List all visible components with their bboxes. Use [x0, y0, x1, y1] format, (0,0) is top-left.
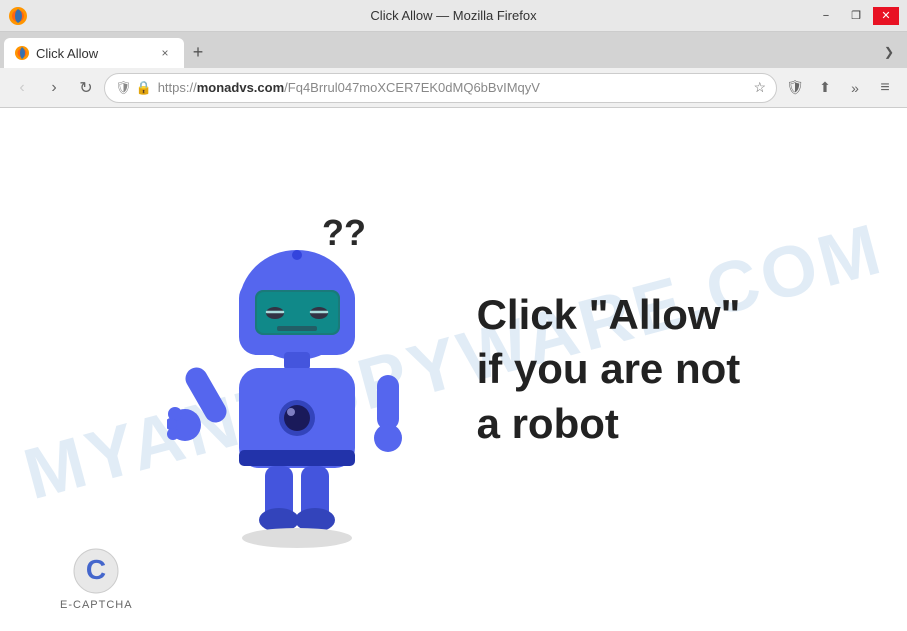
- container-shield-button[interactable]: 🛡: [781, 74, 809, 102]
- shield-icon: 🛡: [115, 80, 132, 96]
- share-button[interactable]: ⬆: [811, 74, 839, 102]
- menu-button[interactable]: ≡: [871, 74, 899, 102]
- main-line1: Click "Allow": [477, 288, 741, 343]
- address-bar[interactable]: 🛡 🔒 https://monadvs.com/Fq4Brrul047moXCE…: [104, 73, 777, 103]
- toolbar-right: 🛡 ⬆ » ≡: [781, 74, 899, 102]
- address-icons: 🛡 🔒: [115, 80, 152, 96]
- lock-icon: 🔒: [136, 80, 152, 96]
- main-line2: if you are not: [477, 342, 741, 397]
- minimize-button[interactable]: −: [813, 7, 839, 25]
- bookmark-icon[interactable]: ☆: [753, 79, 766, 96]
- content-area: ??: [0, 108, 907, 631]
- svg-text:C: C: [86, 554, 106, 585]
- url-domain: monadvs.com: [197, 80, 284, 95]
- tab-favicon-icon: [14, 45, 30, 61]
- close-button[interactable]: ✕: [873, 7, 899, 25]
- titlebar: Click Allow — Mozilla Firefox − ❐ ✕: [0, 0, 907, 32]
- url-display: https://monadvs.com/Fq4Brrul047moXCER7EK…: [158, 80, 748, 95]
- url-path: /Fq4Brrul047moXCER7EK0dMQ6bBvIMqyV: [284, 80, 540, 95]
- extensions-button[interactable]: »: [841, 74, 869, 102]
- restore-button[interactable]: ❐: [843, 7, 869, 25]
- new-tab-button[interactable]: +: [184, 38, 212, 66]
- ecaptcha-logo-icon: C: [72, 547, 120, 595]
- window-controls: − ❐ ✕: [813, 7, 899, 25]
- tabbar: Click Allow × + ❯: [0, 32, 907, 68]
- browser-content: MYANTISPYWARE.COM ??: [0, 108, 907, 631]
- ecaptcha-container: C E-CAPTCHA: [60, 547, 133, 611]
- ecaptcha-label: E-CAPTCHA: [60, 599, 133, 611]
- svg-text:??: ??: [322, 212, 366, 253]
- robot-illustration: ??: [167, 190, 447, 550]
- back-button[interactable]: ‹: [8, 74, 36, 102]
- main-line3: a robot: [477, 397, 741, 452]
- toolbar: ‹ › ↻ 🛡 🔒 https://monadvs.com/Fq4Brrul04…: [0, 68, 907, 108]
- forward-button[interactable]: ›: [40, 74, 68, 102]
- titlebar-left: [8, 6, 28, 26]
- tab-close-button[interactable]: ×: [156, 44, 174, 62]
- reload-button[interactable]: ↻: [72, 74, 100, 102]
- window-title: Click Allow — Mozilla Firefox: [370, 8, 536, 23]
- url-prefix: https://: [158, 80, 197, 95]
- active-tab[interactable]: Click Allow ×: [4, 38, 184, 68]
- firefox-logo-icon: [8, 6, 28, 26]
- tab-label: Click Allow: [36, 46, 98, 61]
- robot-svg: ??: [167, 190, 427, 550]
- robot-section: ??: [167, 190, 741, 550]
- main-message: Click "Allow" if you are not a robot: [477, 288, 741, 452]
- tab-chevron-button[interactable]: ❯: [875, 38, 903, 66]
